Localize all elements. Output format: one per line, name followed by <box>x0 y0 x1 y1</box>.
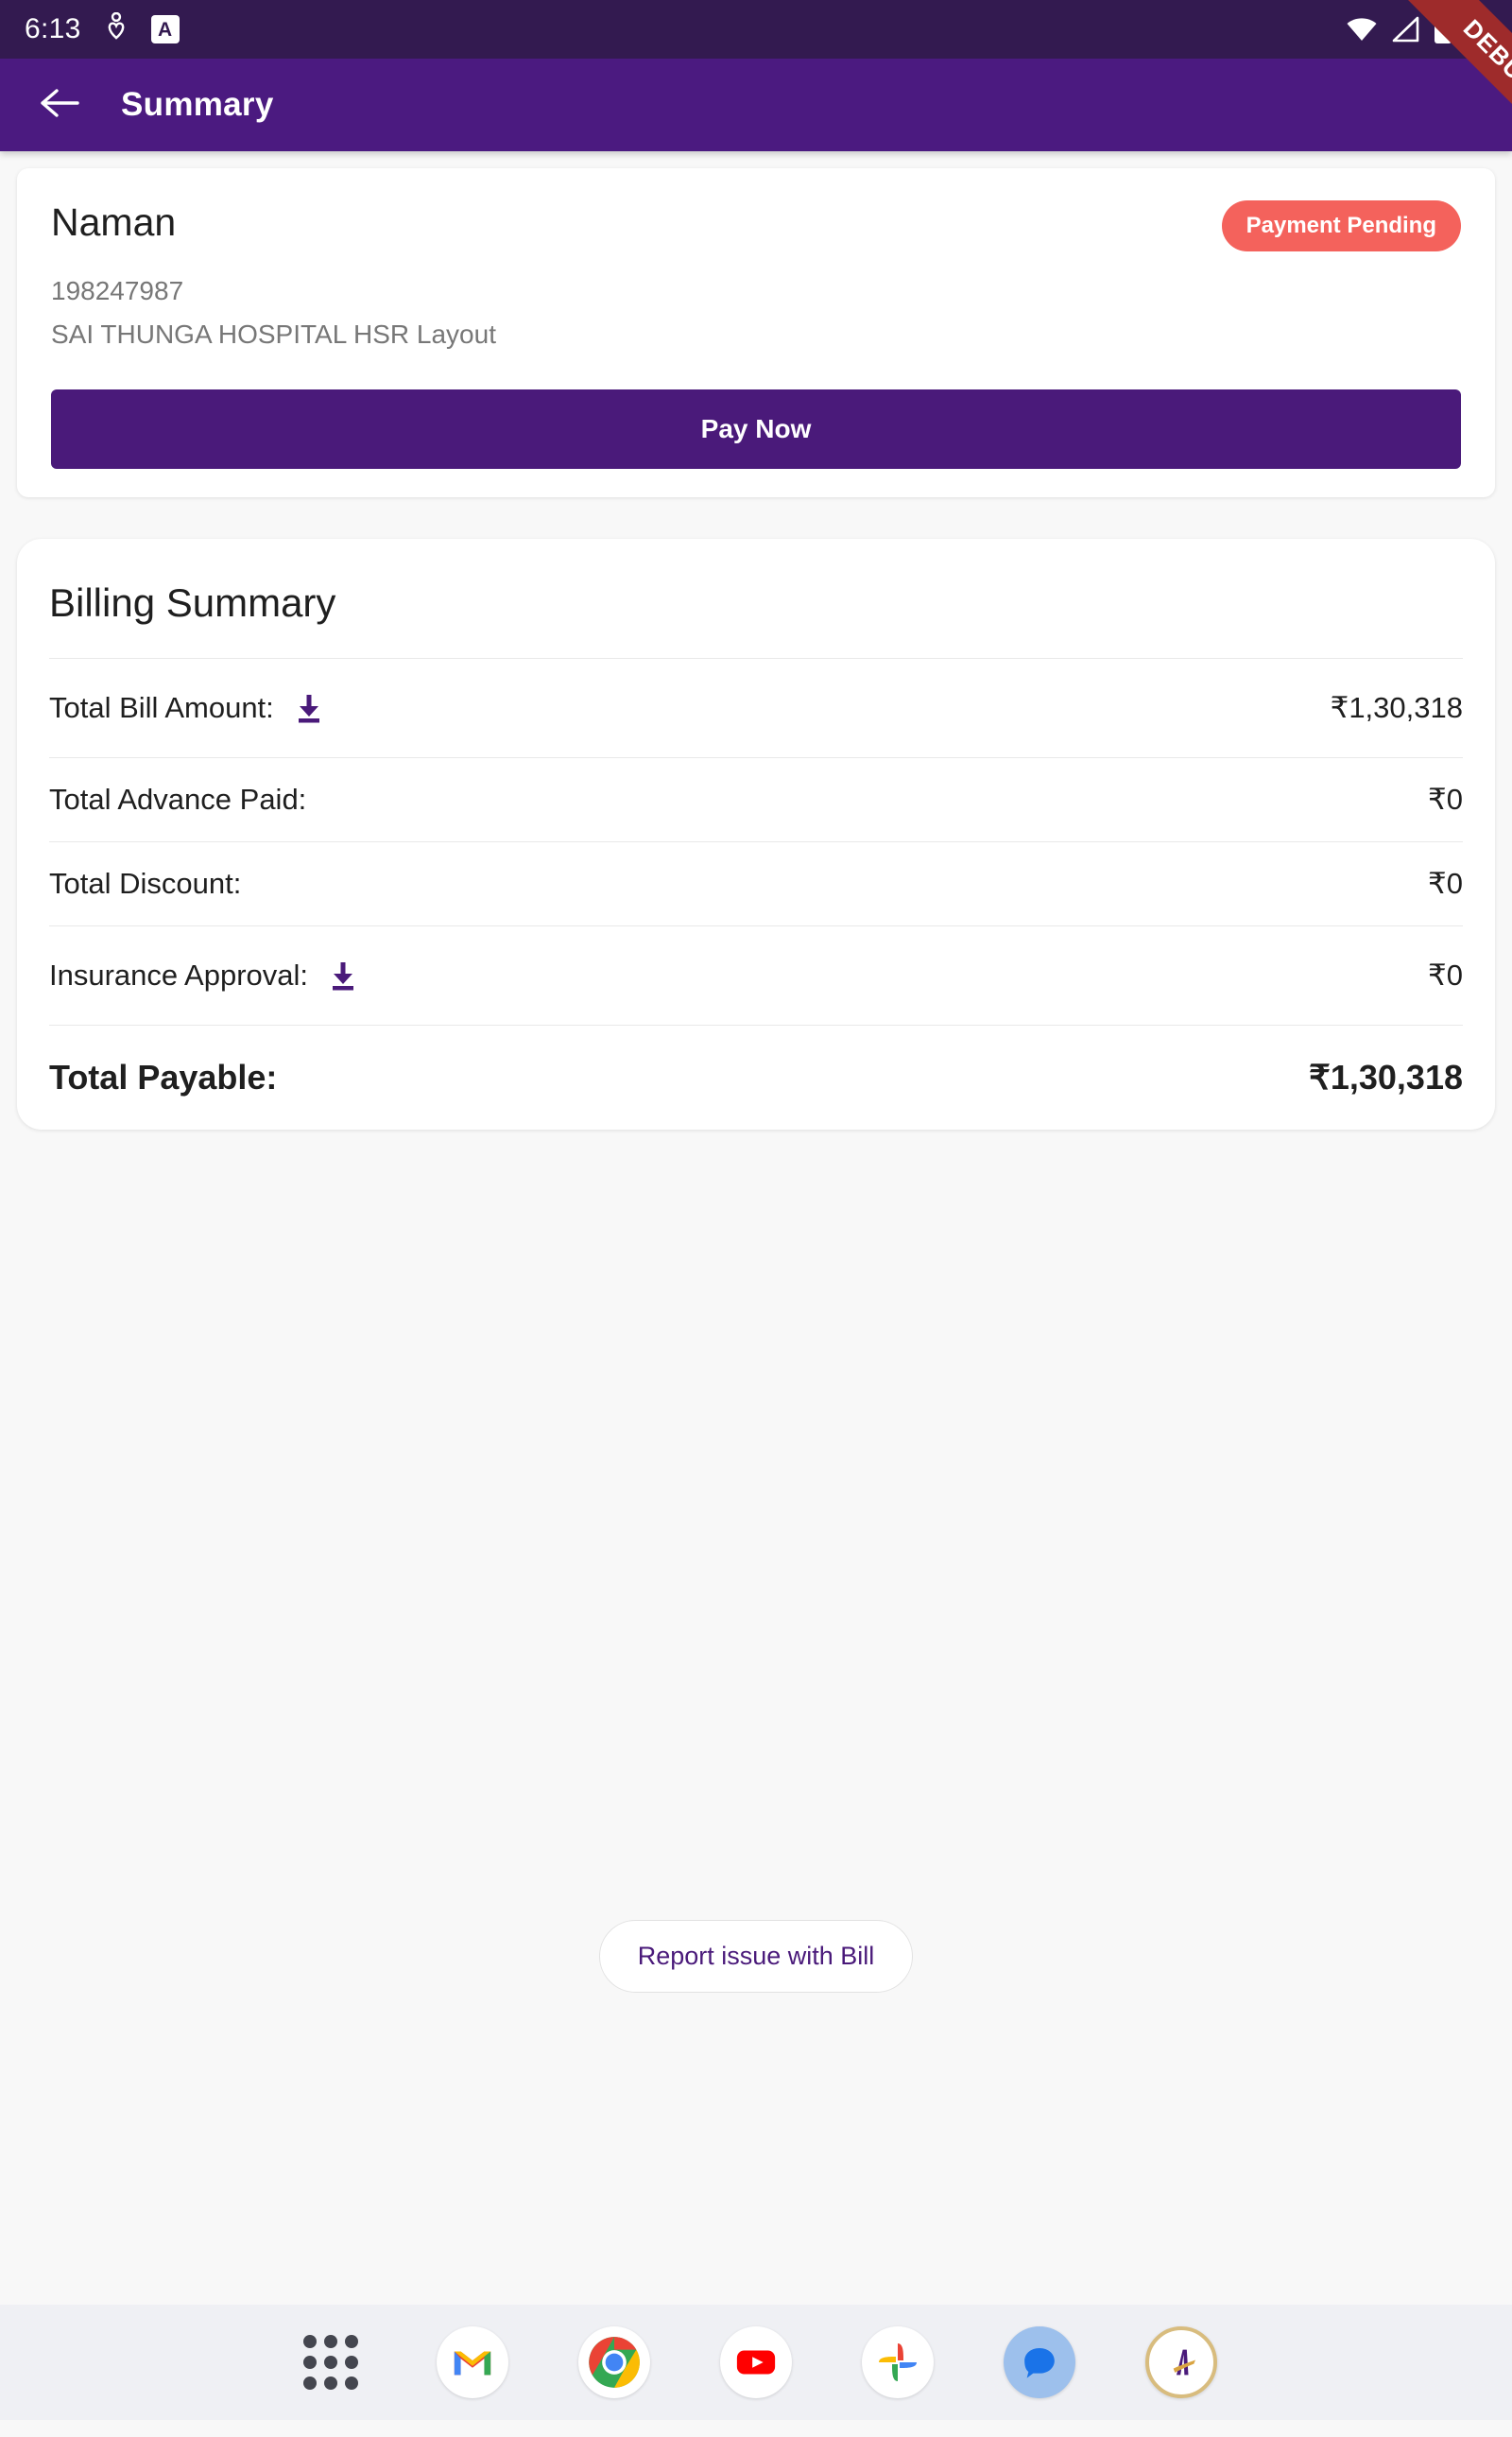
status-bar-right <box>1346 14 1487 44</box>
signal-icon <box>1391 16 1419 43</box>
row-label-group: Insurance Approval: <box>49 959 357 993</box>
row-value: ₹1,30,318 <box>1330 691 1463 724</box>
report-button-wrap: Report issue with Bill <box>0 1920 1512 1993</box>
app-drawer-grid <box>303 2335 358 2390</box>
app-dock <box>0 2305 1512 2420</box>
row-label: Total Advance Paid: <box>49 783 307 816</box>
table-row: Total Discount: ₹0 <box>49 842 1463 925</box>
row-value: ₹0 <box>1428 959 1463 992</box>
report-issue-button[interactable]: Report issue with Bill <box>598 1920 914 1993</box>
billing-summary-card: Billing Summary Total Bill Amount: ₹1,30… <box>17 539 1495 1130</box>
table-row: Total Bill Amount: ₹1,30,318 <box>49 659 1463 757</box>
google-messages-icon[interactable] <box>1004 2326 1075 2398</box>
hospital-name: SAI THUNGA HOSPITAL HSR Layout <box>51 320 496 349</box>
total-payable-row: Total Payable: ₹1,30,318 <box>49 1026 1463 1130</box>
app-badge-a: A <box>150 15 180 43</box>
pay-now-button[interactable]: Pay Now <box>51 389 1461 469</box>
youtube-icon[interactable] <box>720 2326 792 2398</box>
patient-id: 198247987 <box>51 276 184 305</box>
wifi-icon <box>1346 16 1378 43</box>
status-bar-left: 6:13 A <box>25 11 180 47</box>
row-label: Total Discount: <box>49 867 242 900</box>
location-heart-icon <box>102 11 130 47</box>
status-bar-clock: 6:13 <box>25 13 81 44</box>
row-value: ₹0 <box>1428 783 1463 816</box>
scroll-content: Naman Payment Pending 198247987 SAI THUN… <box>0 168 1512 2437</box>
row-label-group: Total Bill Amount: <box>49 691 323 725</box>
app-icon-a[interactable] <box>1145 2326 1217 2398</box>
row-label: Insurance Approval: <box>49 959 309 992</box>
battery-icon <box>1433 14 1453 44</box>
download-icon[interactable] <box>329 960 357 991</box>
total-payable-label: Total Payable: <box>49 1058 278 1097</box>
status-badge: Payment Pending <box>1221 200 1461 251</box>
download-icon[interactable] <box>295 693 323 723</box>
patient-name: Naman <box>51 200 177 244</box>
status-bar: 6:13 A <box>0 0 1512 59</box>
total-payable-value: ₹1,30,318 <box>1308 1058 1463 1097</box>
app-drawer-icon[interactable] <box>295 2326 367 2398</box>
row-label: Total Bill Amount: <box>49 691 274 724</box>
google-photos-icon[interactable] <box>862 2326 934 2398</box>
row-value: ₹0 <box>1428 867 1463 900</box>
table-row: Total Advance Paid: ₹0 <box>49 758 1463 841</box>
billing-summary-title: Billing Summary <box>49 580 336 625</box>
gmail-icon[interactable] <box>437 2326 508 2398</box>
patient-card-body: Naman Payment Pending 198247987 SAI THUN… <box>17 168 1495 497</box>
patient-card: Naman Payment Pending 198247987 SAI THUN… <box>17 168 1495 497</box>
patient-header-row: Naman Payment Pending <box>51 200 1461 251</box>
table-row: Insurance Approval: ₹0 <box>49 926 1463 1025</box>
chrome-icon[interactable] <box>578 2326 650 2398</box>
back-button[interactable] <box>38 84 81 127</box>
page-title: Summary <box>121 86 274 123</box>
app-bar: Summary <box>0 59 1512 151</box>
